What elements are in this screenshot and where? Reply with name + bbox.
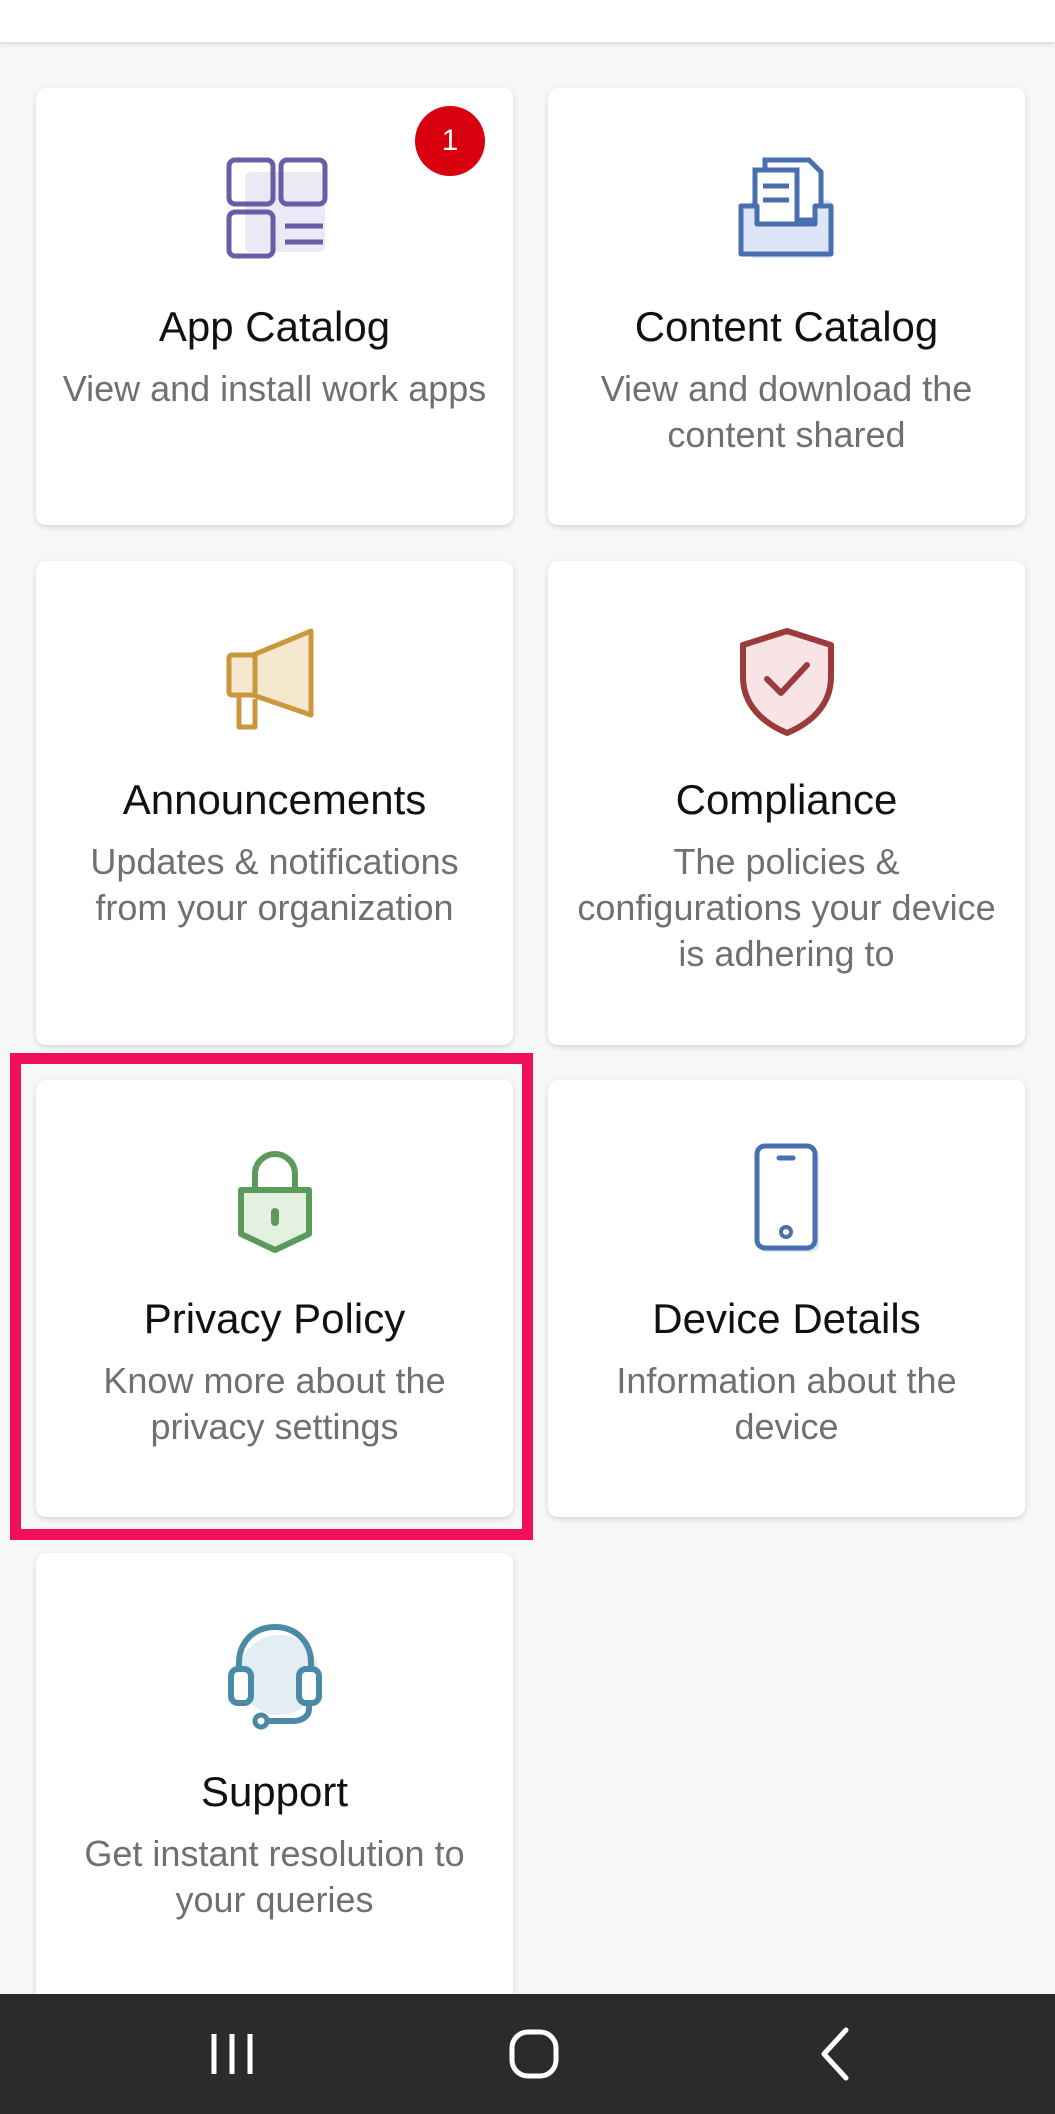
tile-description: The policies & configurations your devic… [577,841,996,974]
tile-title: Announcements [122,776,427,823]
compliance-tile[interactable]: Compliance The policies & configurations… [548,561,1025,1045]
phone-icon [548,1140,1025,1260]
device-details-tile[interactable]: Device Details Information about the dev… [548,1080,1025,1517]
recent-apps-button[interactable] [162,1994,302,2114]
navigation-bar [0,1994,1055,2114]
tile-description: Updates & notifications from your organi… [90,841,459,928]
back-icon [821,2027,849,2081]
tile-description: View and install work apps [62,368,487,409]
shield-check-icon [548,621,1025,741]
megaphone-icon [36,621,513,741]
headset-icon [36,1613,513,1733]
tile-title: Support [200,1768,349,1815]
tile-title: App Catalog [158,303,391,350]
tile-title: Content Catalog [634,303,939,350]
home-icon [509,2029,559,2079]
selection-highlight [10,1053,533,1540]
content-catalog-tile[interactable]: Content Catalog View and download the co… [548,88,1025,525]
tile-description: Get instant resolution to your queries [84,1833,465,1920]
back-button[interactable] [766,1994,906,2114]
tile-description: Information about the device [616,1360,957,1447]
app-catalog-tile[interactable]: 1 App Catalog View and install work apps [36,88,513,525]
home-button[interactable] [464,1994,604,2114]
top-bar [0,0,1055,42]
recent-apps-icon [211,2034,253,2074]
tile-title: Device Details [652,1295,921,1342]
announcements-tile[interactable]: Announcements Updates & notifications fr… [36,561,513,1045]
app-grid-icon [36,148,513,268]
tile-title: Compliance [675,776,898,823]
support-tile[interactable]: Support Get instant resolution to your q… [36,1553,513,1994]
document-tray-icon [548,148,1025,268]
tile-description: View and download the content shared [600,368,973,455]
